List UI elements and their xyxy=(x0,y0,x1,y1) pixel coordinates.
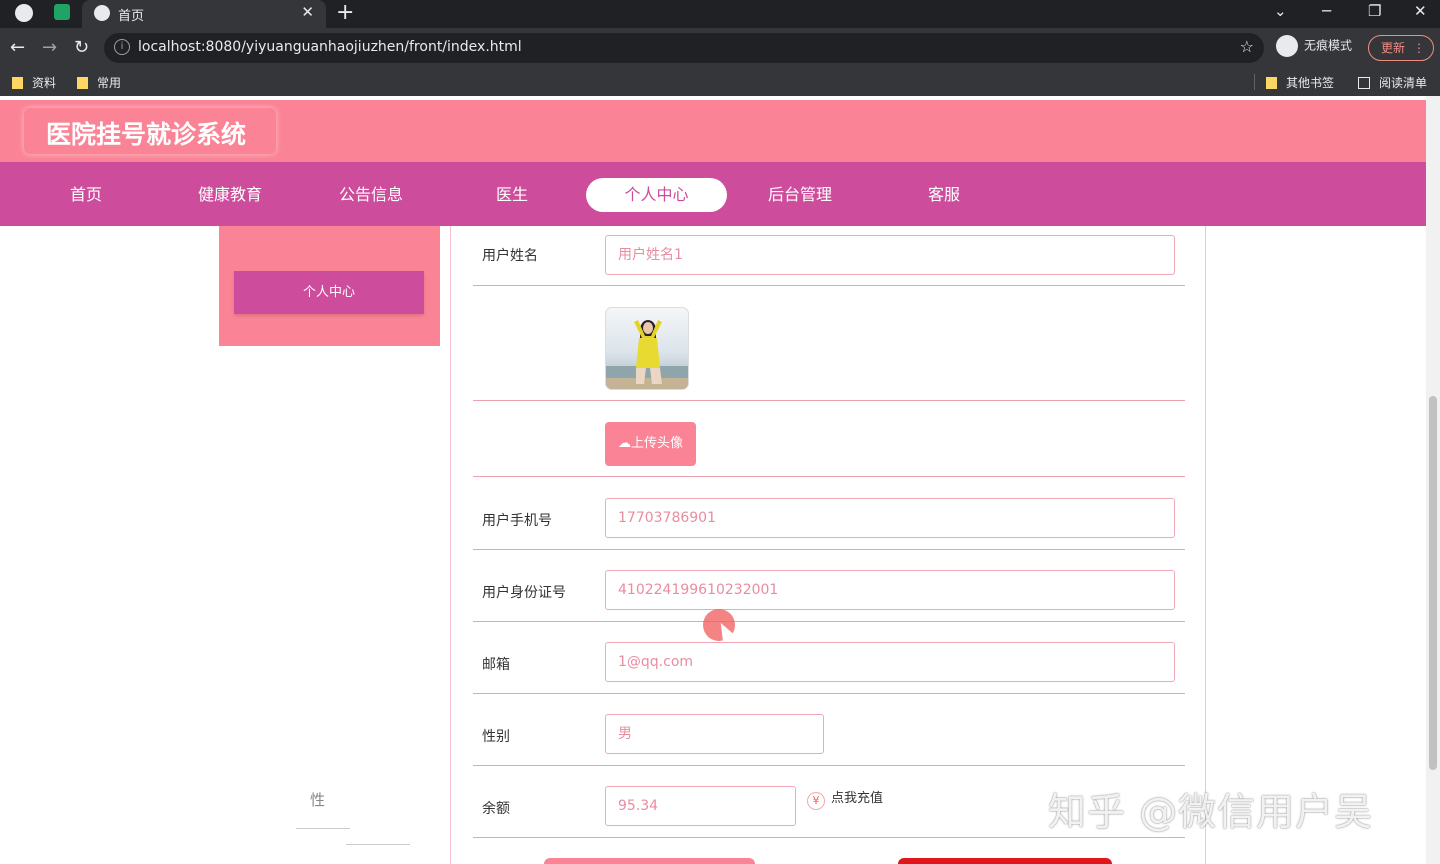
reading-list-label: 阅读清单 xyxy=(1379,76,1428,90)
form-row-upload: ☁上传头像 xyxy=(473,401,1185,477)
username-input[interactable]: 用户姓名1 xyxy=(605,235,1175,275)
phone-input[interactable]: 17703786901 xyxy=(605,498,1175,538)
sheets-app-icon[interactable] xyxy=(54,4,70,20)
email-input[interactable]: 1@qq.com xyxy=(605,642,1175,682)
bookmark-star-icon[interactable]: ☆ xyxy=(1240,37,1254,56)
bookmark-folder-ziliao[interactable]: 资料 xyxy=(12,74,56,91)
cloud-upload-icon: ☁ xyxy=(617,436,631,451)
site-header: 医院挂号就诊系统 xyxy=(0,100,1426,162)
update-label: 更新 xyxy=(1381,41,1406,55)
bookmark-label: 其他书签 xyxy=(1286,76,1335,90)
form-row-idcard: 用户身份证号 410224199610232001 xyxy=(473,550,1185,622)
bookmarks-divider xyxy=(1254,74,1255,90)
tab-close-icon[interactable]: ✕ xyxy=(301,3,314,21)
form-row-email: 邮箱 1@qq.com xyxy=(473,622,1185,694)
back-icon[interactable]: ← xyxy=(10,37,25,58)
reading-list-button[interactable]: 阅读清单 xyxy=(1358,74,1427,91)
avatar-image xyxy=(605,307,689,390)
form-row-avatar xyxy=(473,286,1185,401)
incognito-icon xyxy=(1276,35,1298,57)
profile-form: 用户姓名 用户姓名1 ☁上传头像 用户手机号 17703786901 用户身份证… xyxy=(450,226,1206,864)
blurred-text: 性 xyxy=(310,791,326,809)
watermark-text: 知乎 @微信用户吴 xyxy=(1048,790,1374,834)
blurred-line xyxy=(346,844,410,845)
upload-avatar-label: 上传头像 xyxy=(630,436,683,451)
forward-icon[interactable]: → xyxy=(42,37,57,58)
form-row-username: 用户姓名 用户姓名1 xyxy=(473,226,1185,286)
balance-input[interactable]: 95.34 xyxy=(605,786,796,826)
scrollbar-thumb[interactable] xyxy=(1429,396,1437,770)
menu-dots-icon: ⋮ xyxy=(1413,41,1425,55)
main-nav: 首页 健康教育 公告信息 医生 个人中心 后台管理 客服 xyxy=(0,162,1426,226)
form-row-gender: 性别 男 xyxy=(473,694,1185,766)
idcard-label: 用户身份证号 xyxy=(482,585,566,601)
recharge-label: 点我充值 xyxy=(831,791,884,806)
logout-button[interactable] xyxy=(898,858,1112,864)
username-label: 用户姓名 xyxy=(482,248,538,264)
yen-icon: ¥ xyxy=(807,792,825,810)
reload-icon[interactable]: ↻ xyxy=(74,37,89,58)
site-title: 医院挂号就诊系统 xyxy=(46,120,247,149)
folder-icon xyxy=(77,77,88,89)
new-tab-icon[interactable]: + xyxy=(336,0,354,25)
phone-label: 用户手机号 xyxy=(482,513,552,529)
close-window-icon[interactable]: ✕ xyxy=(1414,2,1427,20)
update-button[interactable]: 更新 ⋮ xyxy=(1368,35,1434,61)
browser-tab-bar: 首页 ✕ + ⌄ ─ ❐ ✕ xyxy=(0,0,1440,28)
browser-toolbar: ← → ↻ i localhost:8080/yiyuanguanhaojiuz… xyxy=(0,28,1440,68)
nav-home[interactable]: 首页 xyxy=(30,178,142,212)
nav-health-education[interactable]: 健康教育 xyxy=(174,178,286,212)
folder-icon xyxy=(1266,77,1277,89)
active-tab[interactable]: 首页 ✕ xyxy=(82,0,326,28)
bookmark-folder-changyong[interactable]: 常用 xyxy=(77,74,121,91)
incognito-label: 无痕模式 xyxy=(1304,38,1353,53)
gender-select[interactable]: 男 xyxy=(605,714,824,754)
nav-doctors[interactable]: 医生 xyxy=(456,178,568,212)
reading-list-icon xyxy=(1358,77,1370,89)
tab-globe-icon xyxy=(94,5,110,21)
nav-admin[interactable]: 后台管理 xyxy=(744,178,856,212)
bookmarks-bar: 资料 常用 其他书签 阅读清单 xyxy=(0,68,1440,96)
bookmark-label: 常用 xyxy=(97,76,122,90)
nav-announcements[interactable]: 公告信息 xyxy=(315,178,427,212)
incognito-indicator[interactable]: 无痕模式 xyxy=(1276,35,1352,57)
browser-globe-icon[interactable] xyxy=(15,4,33,22)
balance-label: 余额 xyxy=(482,801,510,817)
minimize-icon[interactable]: ─ xyxy=(1322,2,1331,20)
tab-search-icon[interactable]: ⌄ xyxy=(1274,2,1287,20)
bookmark-folder-other[interactable]: 其他书签 xyxy=(1266,74,1334,91)
gender-label: 性别 xyxy=(482,729,510,745)
address-url[interactable]: localhost:8080/yiyuanguanhaojiuzhen/fron… xyxy=(138,39,522,55)
folder-icon xyxy=(12,77,23,89)
site-info-icon[interactable]: i xyxy=(114,39,130,55)
site-logo[interactable]: 医院挂号就诊系统 xyxy=(24,108,276,154)
tab-title: 首页 xyxy=(118,9,145,24)
form-row-phone: 用户手机号 17703786901 xyxy=(473,477,1185,550)
avatar-photo xyxy=(606,320,688,389)
sidebar-personal-center-button[interactable]: 个人中心 xyxy=(234,271,424,314)
email-label: 邮箱 xyxy=(482,657,510,673)
bookmark-label: 资料 xyxy=(32,76,57,90)
address-bar[interactable]: i localhost:8080/yiyuanguanhaojiuzhen/fr… xyxy=(104,33,1264,63)
nav-personal-center[interactable]: 个人中心 xyxy=(586,178,727,212)
blurred-line xyxy=(296,828,350,829)
restore-icon[interactable]: ❐ xyxy=(1368,2,1381,20)
idcard-input[interactable]: 410224199610232001 xyxy=(605,570,1175,610)
page-scrollbar[interactable] xyxy=(1426,96,1440,864)
update-info-button[interactable] xyxy=(544,858,755,864)
page-viewport: 医院挂号就诊系统 首页 健康教育 公告信息 医生 个人中心 后台管理 客服 个人… xyxy=(0,96,1440,864)
recharge-link[interactable]: ¥ 点我充值 xyxy=(807,787,883,810)
nav-customer-service[interactable]: 客服 xyxy=(888,178,1000,212)
sidebar-panel: 个人中心 xyxy=(219,226,440,346)
upload-avatar-button[interactable]: ☁上传头像 xyxy=(605,422,696,466)
